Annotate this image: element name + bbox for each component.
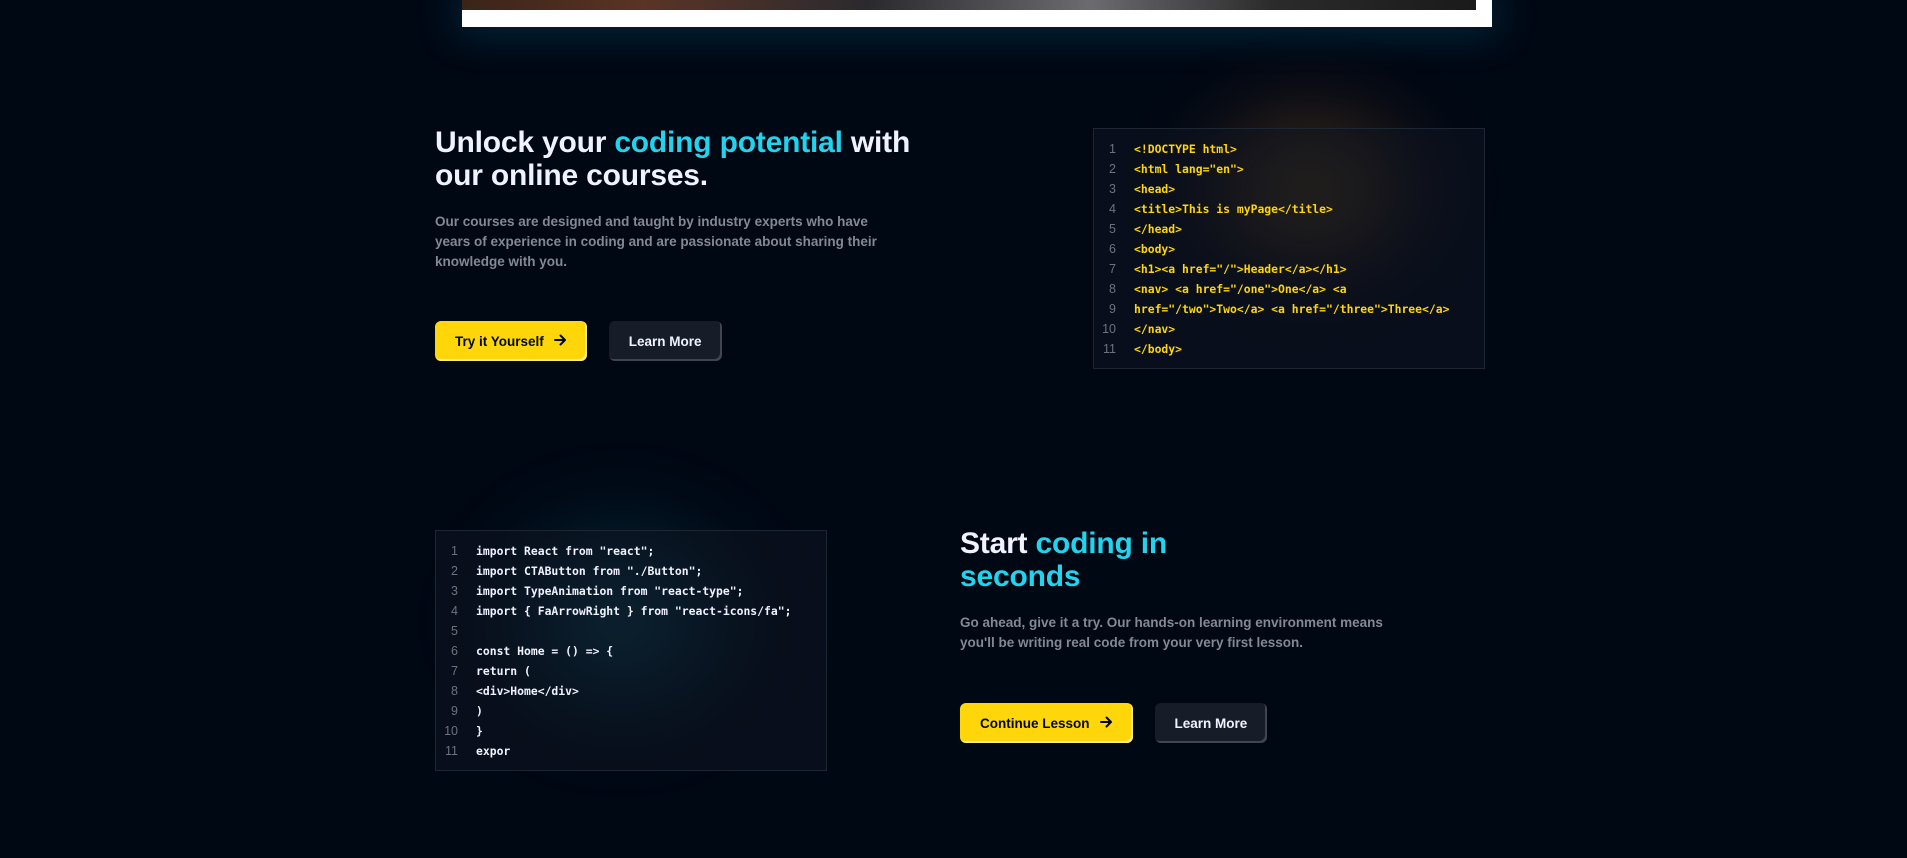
line-number: 5 xyxy=(1109,222,1116,236)
line-number: 10 xyxy=(444,724,458,738)
section1-heading-pre: Unlock your xyxy=(435,126,615,159)
code-line: </nav> xyxy=(1134,322,1176,336)
line-number: 9 xyxy=(451,704,458,718)
code-line: <nav> <a href="/one">One</a> <a xyxy=(1134,282,1347,296)
line-number: 3 xyxy=(1109,182,1116,196)
line-number: 10 xyxy=(1102,322,1116,336)
learn-more-label: Learn More xyxy=(628,333,702,349)
line-number: 8 xyxy=(451,684,458,698)
section1-subtext: Our courses are designed and taught by i… xyxy=(435,214,877,269)
section1-buttons: Try it Yourself Learn More xyxy=(435,321,722,361)
code-line: ) xyxy=(476,704,483,718)
code-line: <div>Home</div> xyxy=(476,684,579,698)
continue-lesson-button[interactable]: Continue Lesson xyxy=(960,703,1133,743)
line-number: 3 xyxy=(451,584,458,598)
code-line: import TypeAnimation from "react-type"; xyxy=(476,584,744,598)
line-number: 6 xyxy=(451,644,458,658)
code-line: <!DOCTYPE html> xyxy=(1134,142,1237,156)
arrow-right-icon xyxy=(1099,716,1113,731)
html-code-block: 1 2 3 4 5 6 7 8 9 10 11 <!DOCTYPE html> … xyxy=(1093,128,1485,369)
code-line: </body> xyxy=(1134,342,1183,356)
code-line: <title>This is myPage</title> xyxy=(1134,202,1333,216)
learn-more-button[interactable]: Learn More xyxy=(1154,703,1268,743)
code-lines: import React from "react"; import CTABut… xyxy=(468,541,791,760)
code-line: const Home = () => { xyxy=(476,644,614,658)
section-unlock-potential: Unlock your coding potential with our on… xyxy=(435,126,955,272)
line-number: 8 xyxy=(1109,282,1116,296)
line-number: 11 xyxy=(445,744,458,758)
line-number: 4 xyxy=(451,604,458,618)
arrow-right-icon xyxy=(553,334,567,349)
code-line: <body> xyxy=(1134,242,1176,256)
section1-heading: Unlock your coding potential with our on… xyxy=(435,126,955,192)
hero-image-frame xyxy=(462,0,1492,27)
code-line: href="/two">Two</a> <a href="/three">Thr… xyxy=(1134,302,1450,316)
code-line: <head> xyxy=(1134,182,1176,196)
code-line: } xyxy=(476,724,483,738)
section-start-coding: Start coding in seconds Go ahead, give i… xyxy=(960,527,1410,653)
try-it-yourself-button[interactable]: Try it Yourself xyxy=(435,321,587,361)
line-number: 7 xyxy=(1109,262,1116,276)
line-numbers: 1 2 3 4 5 6 7 8 9 10 11 xyxy=(436,541,468,760)
code-line: expor xyxy=(476,744,511,758)
section2-buttons: Continue Lesson Learn More xyxy=(960,703,1268,743)
section2-heading: Start coding in seconds xyxy=(960,527,1200,593)
learn-more-button[interactable]: Learn More xyxy=(608,321,722,361)
line-number: 11 xyxy=(1103,342,1116,356)
line-numbers: 1 2 3 4 5 6 7 8 9 10 11 xyxy=(1094,139,1126,358)
section2-heading-pre: Start xyxy=(960,527,1036,560)
try-it-yourself-label: Try it Yourself xyxy=(455,333,544,349)
section1-heading-highlight: coding potential xyxy=(614,126,843,159)
line-number: 6 xyxy=(1109,242,1116,256)
line-number: 5 xyxy=(451,624,458,638)
line-number: 2 xyxy=(1109,162,1116,176)
code-line: import { FaArrowRight } from "react-icon… xyxy=(476,604,792,618)
react-code-block: 1 2 3 4 5 6 7 8 9 10 11 import React fro… xyxy=(435,530,827,771)
page: Unlock your coding potential with our on… xyxy=(0,0,1907,858)
line-number: 7 xyxy=(451,664,458,678)
line-number: 9 xyxy=(1109,302,1116,316)
continue-lesson-label: Continue Lesson xyxy=(980,715,1090,731)
line-number: 1 xyxy=(1109,142,1116,156)
line-number: 1 xyxy=(451,544,458,558)
code-line: import CTAButton from "./Button"; xyxy=(476,564,703,578)
hero-image xyxy=(462,0,1476,10)
code-line: <h1><a href="/">Header</a></h1> xyxy=(1134,262,1347,276)
code-lines: <!DOCTYPE html> <html lang="en"> <head> … xyxy=(1126,139,1449,358)
section2-subtext: Go ahead, give it a try. Our hands-on le… xyxy=(960,615,1383,650)
code-line: </head> xyxy=(1134,222,1183,236)
code-line: return ( xyxy=(476,664,531,678)
line-number: 2 xyxy=(451,564,458,578)
code-line: import React from "react"; xyxy=(476,544,655,558)
learn-more-label: Learn More xyxy=(1174,715,1248,731)
code-line: <html lang="en"> xyxy=(1134,162,1244,176)
line-number: 4 xyxy=(1109,202,1116,216)
